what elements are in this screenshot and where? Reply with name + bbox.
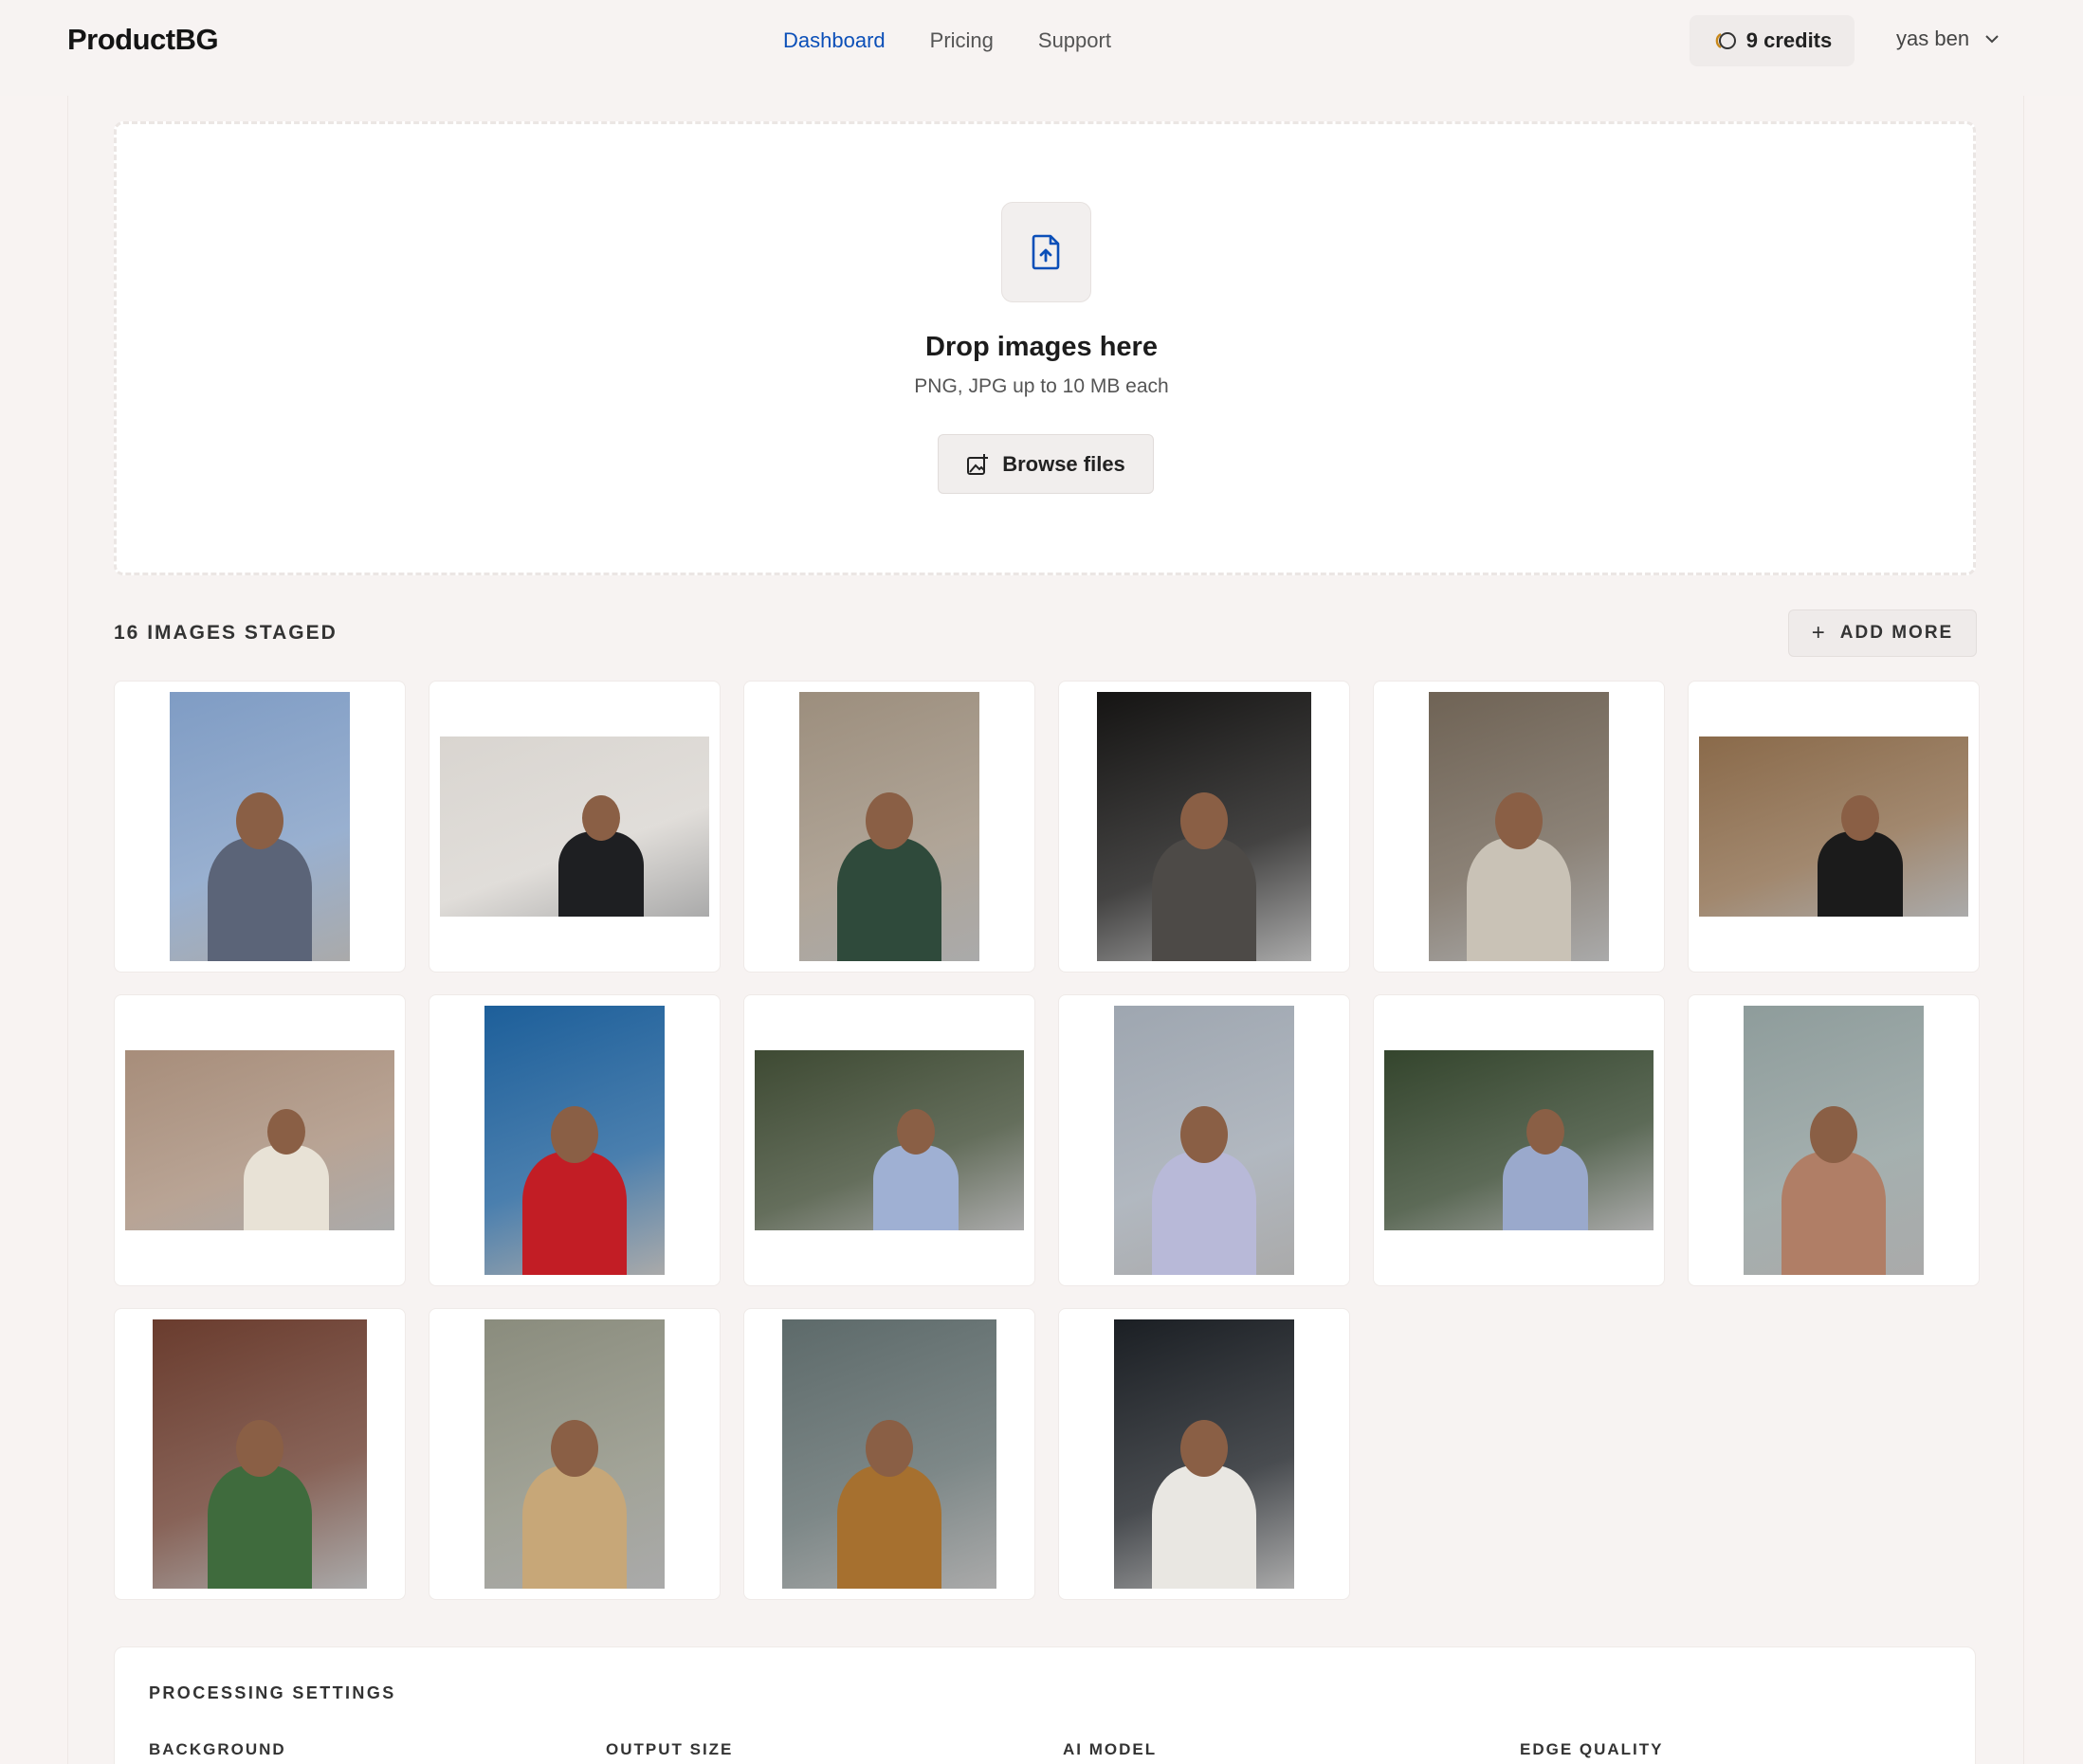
ai-model-label: AI MODEL (1063, 1740, 1158, 1758)
image-thumbnail (1114, 1006, 1294, 1275)
staged-count: 16 IMAGES STAGED (114, 622, 338, 644)
image-grid (114, 681, 1980, 1602)
image-thumbnail (484, 1006, 665, 1275)
image-thumbnail (153, 1319, 367, 1589)
image-thumbnail (440, 737, 709, 917)
nav-dashboard[interactable]: Dashboard (783, 28, 886, 53)
top-header: ProductBG Dashboard Pricing Support 9 cr… (0, 0, 2083, 96)
nav-pricing[interactable]: Pricing (930, 28, 994, 53)
figure-head (236, 792, 283, 849)
coins-icon (1715, 32, 1736, 49)
figure-body (558, 831, 645, 917)
drop-subtitle: PNG, JPG up to 10 MB each (914, 375, 1169, 397)
staged-image-card[interactable] (1058, 681, 1350, 973)
staged-image-card[interactable] (114, 681, 406, 973)
staged-image-card[interactable] (1373, 994, 1665, 1286)
figure-head (866, 1420, 913, 1477)
figure-body (208, 838, 312, 961)
figure-body (873, 1145, 959, 1230)
image-thumbnail (1097, 692, 1311, 961)
figure-body (522, 1465, 627, 1589)
image-thumbnail (1699, 737, 1968, 917)
figure-body (1818, 831, 1904, 917)
chevron-down-icon (1985, 35, 1999, 44)
figure-head (1180, 792, 1228, 849)
upload-tile (1001, 202, 1091, 302)
figure-body (1152, 838, 1256, 961)
figure-head (1495, 792, 1543, 849)
staged-image-card[interactable] (743, 994, 1035, 1286)
image-thumbnail (170, 692, 350, 961)
staged-image-card[interactable] (1373, 681, 1665, 973)
figure-body (1467, 838, 1571, 961)
staged-image-card[interactable] (429, 681, 721, 973)
figure-body (837, 1465, 941, 1589)
plus-icon: + (1811, 620, 1825, 646)
nav-support[interactable]: Support (1038, 28, 1111, 53)
staged-image-card[interactable] (1688, 994, 1980, 1286)
staged-image-card[interactable] (114, 1308, 406, 1600)
figure-body (1152, 1465, 1256, 1589)
figure-head (582, 795, 621, 841)
staged-image-card[interactable] (1058, 994, 1350, 1286)
figure-body (1152, 1152, 1256, 1275)
add-more-label: ADD MORE (1839, 623, 1954, 643)
figure-body (522, 1152, 627, 1275)
user-menu[interactable]: yas ben (1896, 27, 2000, 51)
image-thumbnail (1384, 1050, 1654, 1230)
figure-head (236, 1420, 283, 1477)
figure-head (1841, 795, 1880, 841)
image-thumbnail (782, 1319, 996, 1589)
user-name: yas ben (1896, 27, 1970, 50)
image-thumbnail (1744, 1006, 1924, 1275)
figure-head (1810, 1106, 1857, 1163)
image-thumbnail (1114, 1319, 1294, 1589)
drop-title: Drop images here (925, 332, 1158, 362)
image-thumbnail (484, 1319, 665, 1589)
figure-head (897, 1109, 936, 1155)
figure-head (866, 792, 913, 849)
browse-files-button[interactable]: Browse files (938, 434, 1154, 494)
figure-body (1503, 1145, 1589, 1230)
figure-body (837, 838, 941, 961)
figure-head (551, 1420, 598, 1477)
background-label: BACKGROUND (149, 1740, 286, 1758)
figure-head (267, 1109, 306, 1155)
figure-body (208, 1465, 312, 1589)
image-add-icon (967, 453, 989, 475)
figure-head (1180, 1420, 1228, 1477)
image-thumbnail (1429, 692, 1609, 961)
main-nav: Dashboard Pricing Support (783, 28, 1156, 53)
image-thumbnail (799, 692, 979, 961)
add-more-button[interactable]: + ADD MORE (1788, 609, 1977, 657)
staged-image-card[interactable] (114, 994, 406, 1286)
processing-settings: PROCESSING SETTINGS BACKGROUND OUTPUT SI… (114, 1646, 1976, 1764)
staged-image-card[interactable] (743, 1308, 1035, 1600)
staged-image-card[interactable] (1688, 681, 1980, 973)
credits-badge[interactable]: 9 credits (1690, 15, 1855, 66)
edge-quality-label: EDGE QUALITY (1520, 1740, 1664, 1758)
figure-head (551, 1106, 598, 1163)
settings-title: PROCESSING SETTINGS (149, 1683, 396, 1702)
output-size-label: OUTPUT SIZE (606, 1740, 734, 1758)
figure-body (244, 1145, 330, 1230)
browse-files-label: Browse files (1002, 451, 1125, 476)
figure-head (1180, 1106, 1228, 1163)
credits-label: 9 credits (1745, 28, 1833, 52)
figure-head (1526, 1109, 1565, 1155)
image-thumbnail (125, 1050, 394, 1230)
image-thumbnail (755, 1050, 1024, 1230)
app-logo[interactable]: ProductBG (67, 23, 219, 57)
staged-image-card[interactable] (1058, 1308, 1350, 1600)
staged-image-card[interactable] (429, 1308, 721, 1600)
staged-image-card[interactable] (743, 681, 1035, 973)
staged-image-card[interactable] (429, 994, 721, 1286)
figure-body (1782, 1152, 1886, 1275)
file-upload-icon (1032, 234, 1059, 270)
